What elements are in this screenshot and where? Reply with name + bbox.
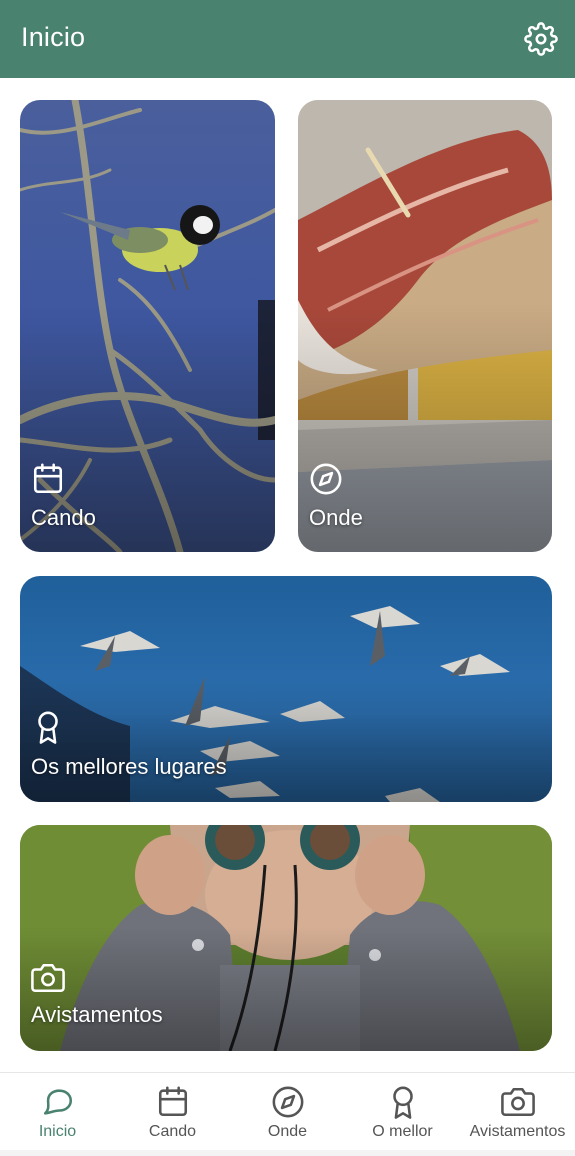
system-bottom-bar: [0, 1150, 575, 1156]
calendar-icon: [33, 463, 63, 494]
card-lugares-label: Os mellores lugares: [31, 754, 227, 779]
camera-icon: [500, 1087, 535, 1117]
app-bar: Inicio: [0, 0, 575, 78]
compass-icon: [272, 1086, 303, 1118]
camera-icon: [31, 963, 65, 993]
card-avistamentos-label: Avistamentos: [31, 1002, 163, 1027]
compass-icon: [310, 463, 342, 495]
card-os-mellores-lugares[interactable]: Os mellores lugares: [20, 576, 552, 802]
card-onde-label: Onde: [309, 505, 363, 530]
nav-item-o-mellor[interactable]: O mellor: [345, 1073, 460, 1156]
nav-label-avistamentos: Avistamentos: [469, 1123, 566, 1140]
gear-icon: [524, 22, 558, 56]
nav-label-inicio: Inicio: [38, 1123, 77, 1140]
nav-label-onde: Onde: [267, 1123, 308, 1140]
nav-label-cando: Cando: [148, 1123, 197, 1140]
nav-item-inicio[interactable]: Inicio: [0, 1073, 115, 1156]
bottom-navigation: Inicio Cando Onde O mellor Avistamentos: [0, 1072, 575, 1156]
nav-item-onde[interactable]: Onde: [230, 1073, 345, 1156]
page-title: Inicio: [21, 22, 86, 52]
chat-bubble-icon: [43, 1089, 72, 1115]
nav-label-o-mellor: O mellor: [372, 1123, 433, 1140]
card-cando-label: Cando: [31, 505, 96, 530]
award-icon: [38, 711, 58, 744]
nav-item-cando[interactable]: Cando: [115, 1073, 230, 1156]
nav-item-avistamentos[interactable]: Avistamentos: [460, 1073, 575, 1156]
award-icon: [392, 1086, 413, 1119]
card-avistamentos[interactable]: Avistamentos: [20, 825, 552, 1051]
settings-button[interactable]: [521, 19, 561, 59]
card-onde[interactable]: Onde: [298, 100, 552, 552]
calendar-icon: [158, 1086, 187, 1117]
card-cando[interactable]: Cando: [20, 100, 275, 552]
